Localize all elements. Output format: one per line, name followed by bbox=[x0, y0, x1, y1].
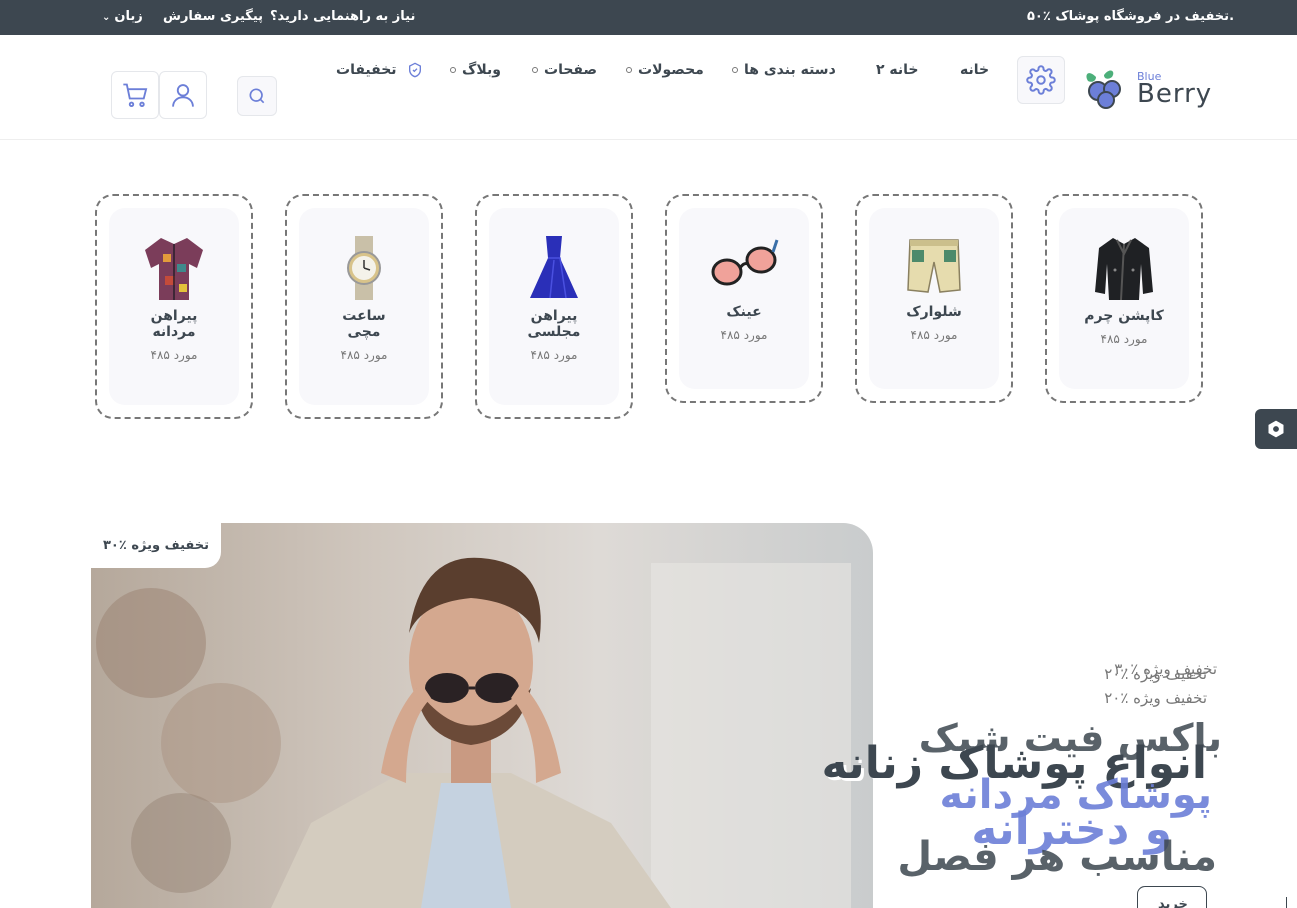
nav-home-2[interactable]: خانه ۲ bbox=[876, 62, 919, 78]
language-label: زبان bbox=[114, 9, 143, 24]
category-name: پیراهن مردانه bbox=[150, 308, 198, 340]
category-card-inner: پیراهن مجلسی ۴۸۵ مورد bbox=[489, 208, 619, 405]
main-header: Blue Berry خانه خانه ۲ دسته بندی ها محصو… bbox=[0, 35, 1297, 140]
category-name: ساعت مچی bbox=[342, 308, 386, 340]
slider-edge-line bbox=[1286, 897, 1287, 908]
category-name: کاپشن چرم bbox=[1084, 308, 1164, 324]
settings-button[interactable] bbox=[1017, 56, 1065, 104]
dot-icon bbox=[532, 67, 538, 73]
nav-pages-label: صفحات bbox=[544, 62, 598, 78]
gear-icon bbox=[1026, 65, 1056, 95]
berry-logo-icon bbox=[1086, 70, 1121, 109]
help-link[interactable]: نیاز به راهنمایی دارید؟ bbox=[270, 9, 415, 24]
cart-icon bbox=[123, 83, 148, 108]
shorts-icon bbox=[907, 239, 961, 293]
category-name: پیراهن مجلسی bbox=[527, 308, 581, 340]
nav-offers[interactable]: تخفیفات bbox=[336, 62, 423, 78]
nav-products[interactable]: محصولات bbox=[626, 62, 704, 78]
category-count: ۴۸۵ مورد bbox=[150, 348, 198, 362]
category-name: شلوارک bbox=[906, 304, 962, 320]
nav-categories-label: دسته بندی ها bbox=[744, 62, 836, 78]
hero-banner-image: ۳۰٪ تخفیف ویژه bbox=[91, 523, 873, 908]
language-select[interactable]: ⌄ زبان bbox=[102, 9, 143, 24]
category-count: ۴۸۵ مورد bbox=[530, 348, 578, 362]
nav-blog[interactable]: وبلاگ bbox=[450, 62, 501, 78]
shield-icon bbox=[409, 62, 422, 78]
dress-icon bbox=[530, 236, 578, 299]
category-count: ۴۸۵ مورد bbox=[910, 328, 958, 342]
top-bar: ۵۰٪ تخفیف در فروشگاه پوشاک. نیاز به راهن… bbox=[0, 0, 1297, 35]
logo[interactable]: Blue Berry bbox=[1082, 65, 1212, 115]
nav-pages[interactable]: صفحات bbox=[532, 62, 597, 78]
hero-discount-badge: ۳۰٪ تخفیف ویژه bbox=[91, 523, 221, 568]
glasses-icon bbox=[711, 239, 779, 286]
category-card[interactable]: پیراهن مردانه ۴۸۵ مورد bbox=[95, 194, 253, 419]
promo-text: ۵۰٪ تخفیف در فروشگاه پوشاک. bbox=[1027, 9, 1235, 24]
category-card[interactable]: شلوارک ۴۸۵ مورد bbox=[855, 194, 1013, 403]
category-card-inner: پیراهن مردانه ۴۸۵ مورد bbox=[109, 208, 239, 405]
leather-jacket-icon bbox=[1095, 238, 1153, 301]
search-icon bbox=[249, 88, 265, 104]
account-button[interactable] bbox=[159, 71, 207, 119]
shop-now-button[interactable]: خرید bbox=[1137, 886, 1207, 908]
shirt-icon bbox=[145, 238, 203, 300]
nav-categories[interactable]: دسته بندی ها bbox=[732, 62, 836, 78]
category-count: ۴۸۵ مورد bbox=[720, 328, 768, 342]
hexagon-settings-icon bbox=[1268, 420, 1284, 438]
slide-kicker: ۲۰٪ تخفیف ویژه bbox=[1104, 665, 1207, 683]
user-icon bbox=[172, 84, 194, 107]
dot-icon bbox=[626, 67, 632, 73]
nav-products-label: محصولات bbox=[638, 62, 704, 78]
category-card-inner: عینک ۴۸۵ مورد bbox=[679, 208, 809, 389]
side-settings-tab[interactable] bbox=[1255, 409, 1297, 449]
logo-main-text: Berry bbox=[1137, 79, 1213, 109]
category-card-inner: ساعت مچی ۴۸۵ مورد bbox=[299, 208, 429, 405]
model-photo bbox=[96, 557, 851, 908]
search-button[interactable] bbox=[237, 76, 277, 116]
category-card[interactable]: ساعت مچی ۴۸۵ مورد bbox=[285, 194, 443, 419]
slide-kicker: ۲۰٪ تخفیف ویژه bbox=[1104, 689, 1207, 707]
track-order-link[interactable]: پیگیری سفارش bbox=[163, 9, 263, 24]
category-card[interactable]: عینک ۴۸۵ مورد bbox=[665, 194, 823, 403]
category-card[interactable]: پیراهن مجلسی ۴۸۵ مورد bbox=[475, 194, 633, 419]
category-count: ۴۸۵ مورد bbox=[340, 348, 388, 362]
dot-icon bbox=[732, 67, 738, 73]
slide-title: مناسب هر فصل bbox=[897, 834, 1217, 880]
category-count: ۴۸۵ مورد bbox=[1100, 332, 1148, 346]
category-card-inner: کاپشن چرم ۴۸۵ مورد bbox=[1059, 208, 1189, 389]
nav-offers-label: تخفیفات bbox=[336, 62, 397, 78]
nav-home[interactable]: خانه bbox=[960, 62, 989, 78]
chevron-down-icon: ⌄ bbox=[102, 12, 111, 23]
shop-now-label: خرید bbox=[1158, 897, 1188, 908]
watch-icon bbox=[347, 236, 381, 300]
nav-blog-label: وبلاگ bbox=[462, 62, 501, 78]
category-card-inner: شلوارک ۴۸۵ مورد bbox=[869, 208, 999, 389]
cart-button[interactable] bbox=[111, 71, 159, 119]
dot-icon bbox=[450, 67, 456, 73]
category-name: عینک bbox=[726, 304, 762, 320]
category-card[interactable]: کاپشن چرم ۴۸۵ مورد bbox=[1045, 194, 1203, 403]
